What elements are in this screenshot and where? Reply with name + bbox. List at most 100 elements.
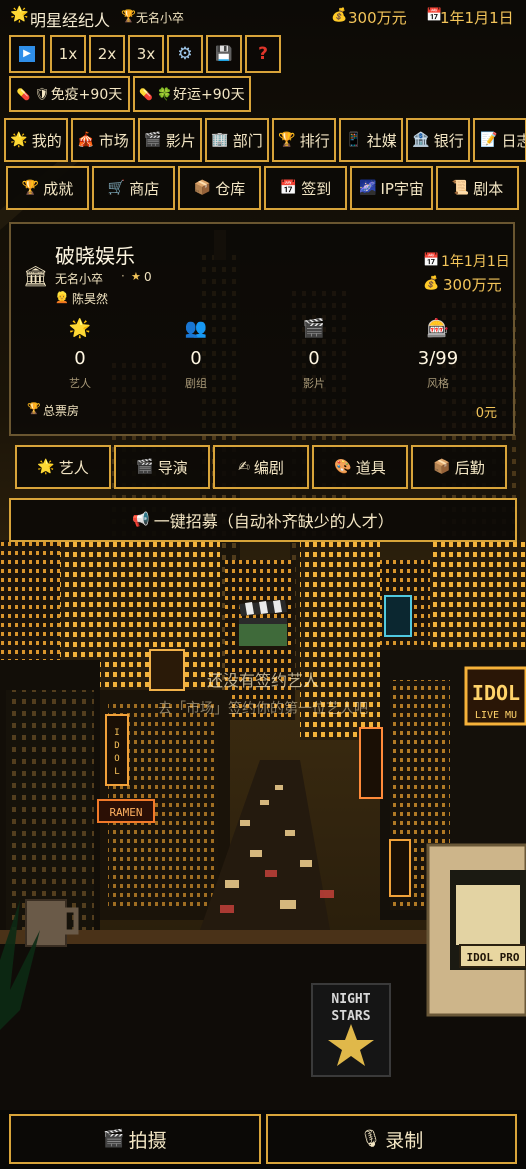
nav-ip-universe[interactable]: 🌌 IP宇宙: [350, 166, 433, 210]
record-button[interactable]: 🎙 录制: [266, 1114, 517, 1164]
palette-icon: 🎨: [334, 459, 352, 475]
dept-artists-button[interactable]: 🌟 艺人: [15, 445, 111, 489]
stat-crews: 👥 0 剧组: [151, 318, 241, 391]
company-stars: 0: [144, 270, 152, 284]
nav-scripts-label: 剧本: [473, 179, 504, 198]
clapper-icon: 🎬: [136, 459, 154, 475]
record-label: 录制: [385, 1129, 424, 1152]
dept-label: 导演: [157, 458, 188, 477]
trophy-icon: 🏆: [27, 402, 41, 415]
dept-logistics-button[interactable]: 📦 后勤: [411, 445, 507, 489]
clapper-icon: 🎬: [103, 1128, 125, 1149]
microphone-icon: 🎙: [359, 1128, 382, 1149]
dept-props-button[interactable]: 🎨 道具: [312, 445, 408, 489]
company-date: 1年1月1日: [441, 254, 510, 270]
rank-label: 无名小卒: [136, 11, 185, 25]
nav-social[interactable]: 📱 社媒: [339, 118, 403, 162]
nav-scripts[interactable]: 📜 剧本: [436, 166, 519, 210]
clapper-icon: 🎬: [144, 132, 162, 148]
sun-icon: 🌟: [10, 5, 29, 23]
nav-row-1: 🌟我的 🎪市场 🎬影片 🏢部门 🏆排行 📱社媒 🏦银行 📝日志: [4, 118, 526, 162]
trophy-icon: 🏆: [21, 180, 40, 196]
speed-1x-button[interactable]: 1x: [50, 35, 86, 73]
play-icon: ▶: [19, 46, 35, 62]
nav-checkin[interactable]: 📅 签到: [264, 166, 347, 210]
save-button[interactable]: 💾: [206, 35, 242, 73]
buff-row: 💊 🛡 免疫+90天 💊 🍀 好运+90天: [9, 76, 251, 112]
cart-icon: 🛒: [107, 180, 126, 196]
stat-label: 影片: [303, 377, 325, 390]
help-button[interactable]: ?: [245, 35, 281, 73]
company-money: 300万元: [443, 276, 502, 294]
clapper-icon: [239, 600, 287, 646]
stat-films: 🎬 0 影片: [269, 318, 359, 391]
nav-achievements[interactable]: 🏆 成就: [6, 166, 89, 210]
dept-label: 后勤: [454, 458, 485, 477]
nav-departments[interactable]: 🏢 部门: [205, 118, 269, 162]
stat-artists: 🌟 0 艺人: [35, 318, 125, 391]
writing-icon: ✍: [238, 459, 250, 475]
nav-shop[interactable]: 🛒 商店: [92, 166, 175, 210]
nav-social-label: 社媒: [366, 131, 397, 150]
star-icon: ★: [131, 270, 141, 283]
clover-icon: 🍀: [157, 87, 173, 101]
nav-market[interactable]: 🎪 市场: [71, 118, 135, 162]
app-title: 明星经纪人: [30, 11, 111, 30]
svg-text:IDOL: IDOL: [472, 681, 520, 705]
buff-luck[interactable]: 💊 🍀 好运+90天: [133, 76, 251, 112]
settings-button[interactable]: ⚙: [167, 35, 203, 73]
sun-icon: 🌟: [37, 459, 55, 475]
recruit-label: 一键招募（自动补齐缺少的人才）: [153, 512, 394, 531]
svg-text:IDOL PRO: IDOL PRO: [467, 951, 520, 964]
svg-text:NIGHT: NIGHT: [331, 992, 370, 1007]
stat-label: 剧组: [185, 377, 207, 390]
question-icon: ?: [258, 43, 268, 64]
buff-immunity-label: 免疫+90天: [50, 87, 123, 103]
nav-log[interactable]: 📝日志: [473, 118, 526, 162]
svg-text:RAMEN: RAMEN: [109, 806, 142, 819]
megaphone-icon: 📢: [132, 512, 150, 528]
buff-immunity[interactable]: 💊 🛡 免疫+90天: [9, 76, 130, 112]
trophy-icon: 🏆: [278, 132, 296, 148]
speed-2x-button[interactable]: 2x: [89, 35, 125, 73]
package-icon: 📦: [433, 459, 451, 475]
company-name: 破晓娱乐: [55, 244, 135, 268]
one-click-recruit-button[interactable]: 📢 一键招募（自动补齐缺少的人才）: [9, 498, 517, 542]
nav-films[interactable]: 🎬 影片: [138, 118, 202, 162]
play-button[interactable]: ▶: [9, 35, 45, 73]
empty-state-subtitle: 去「市场」签约你的第一位艺人吧: [158, 701, 368, 717]
svg-text:LIVE MU: LIVE MU: [475, 710, 517, 721]
calendar-icon: 📅: [423, 253, 440, 268]
stat-label: 风格: [427, 377, 449, 390]
nav-warehouse-label: 仓库: [215, 179, 246, 198]
dept-writers-button[interactable]: ✍ 编剧: [213, 445, 309, 489]
bank-icon: 🏛: [23, 264, 49, 288]
company-rank: 无名小卒: [55, 272, 104, 286]
nav-ranking[interactable]: 🏆 排行: [272, 118, 336, 162]
dept-label: 艺人: [58, 458, 89, 477]
nav-bank[interactable]: 🏦 银行: [406, 118, 470, 162]
memo-icon: 📝: [480, 132, 498, 148]
package-icon: 📦: [193, 180, 212, 196]
box-office-label: 总票房: [43, 404, 80, 418]
nav-mine[interactable]: 🌟 我的: [4, 118, 68, 162]
stat-value: 0: [308, 348, 320, 369]
nav-films-label: 影片: [165, 131, 196, 150]
nav-warehouse[interactable]: 📦 仓库: [178, 166, 261, 210]
bank-icon: 🏦: [412, 132, 430, 148]
nav-market-label: 市场: [98, 131, 129, 150]
svg-text:STARS: STARS: [331, 1009, 370, 1024]
nav-ip-universe-label: IP宇宙: [380, 179, 424, 198]
nav-checkin-label: 签到: [301, 179, 332, 198]
dept-directors-button[interactable]: 🎬 导演: [114, 445, 210, 489]
stat-value: 3/99: [417, 348, 459, 369]
empty-state-title: 还没有签约艺人: [206, 671, 319, 690]
office-icon: 🏢: [211, 132, 229, 148]
calendar-icon: 📅: [279, 180, 298, 196]
speed-controls: ▶ 1x 2x 3x ⚙ 💾 ?: [9, 35, 282, 73]
nav-ranking-label: 排行: [299, 131, 330, 150]
floppy-disk-icon: 💾: [215, 46, 233, 62]
nav-achievements-label: 成就: [43, 179, 74, 198]
speed-3x-button[interactable]: 3x: [128, 35, 164, 73]
shoot-button[interactable]: 🎬 拍摄: [9, 1114, 261, 1164]
